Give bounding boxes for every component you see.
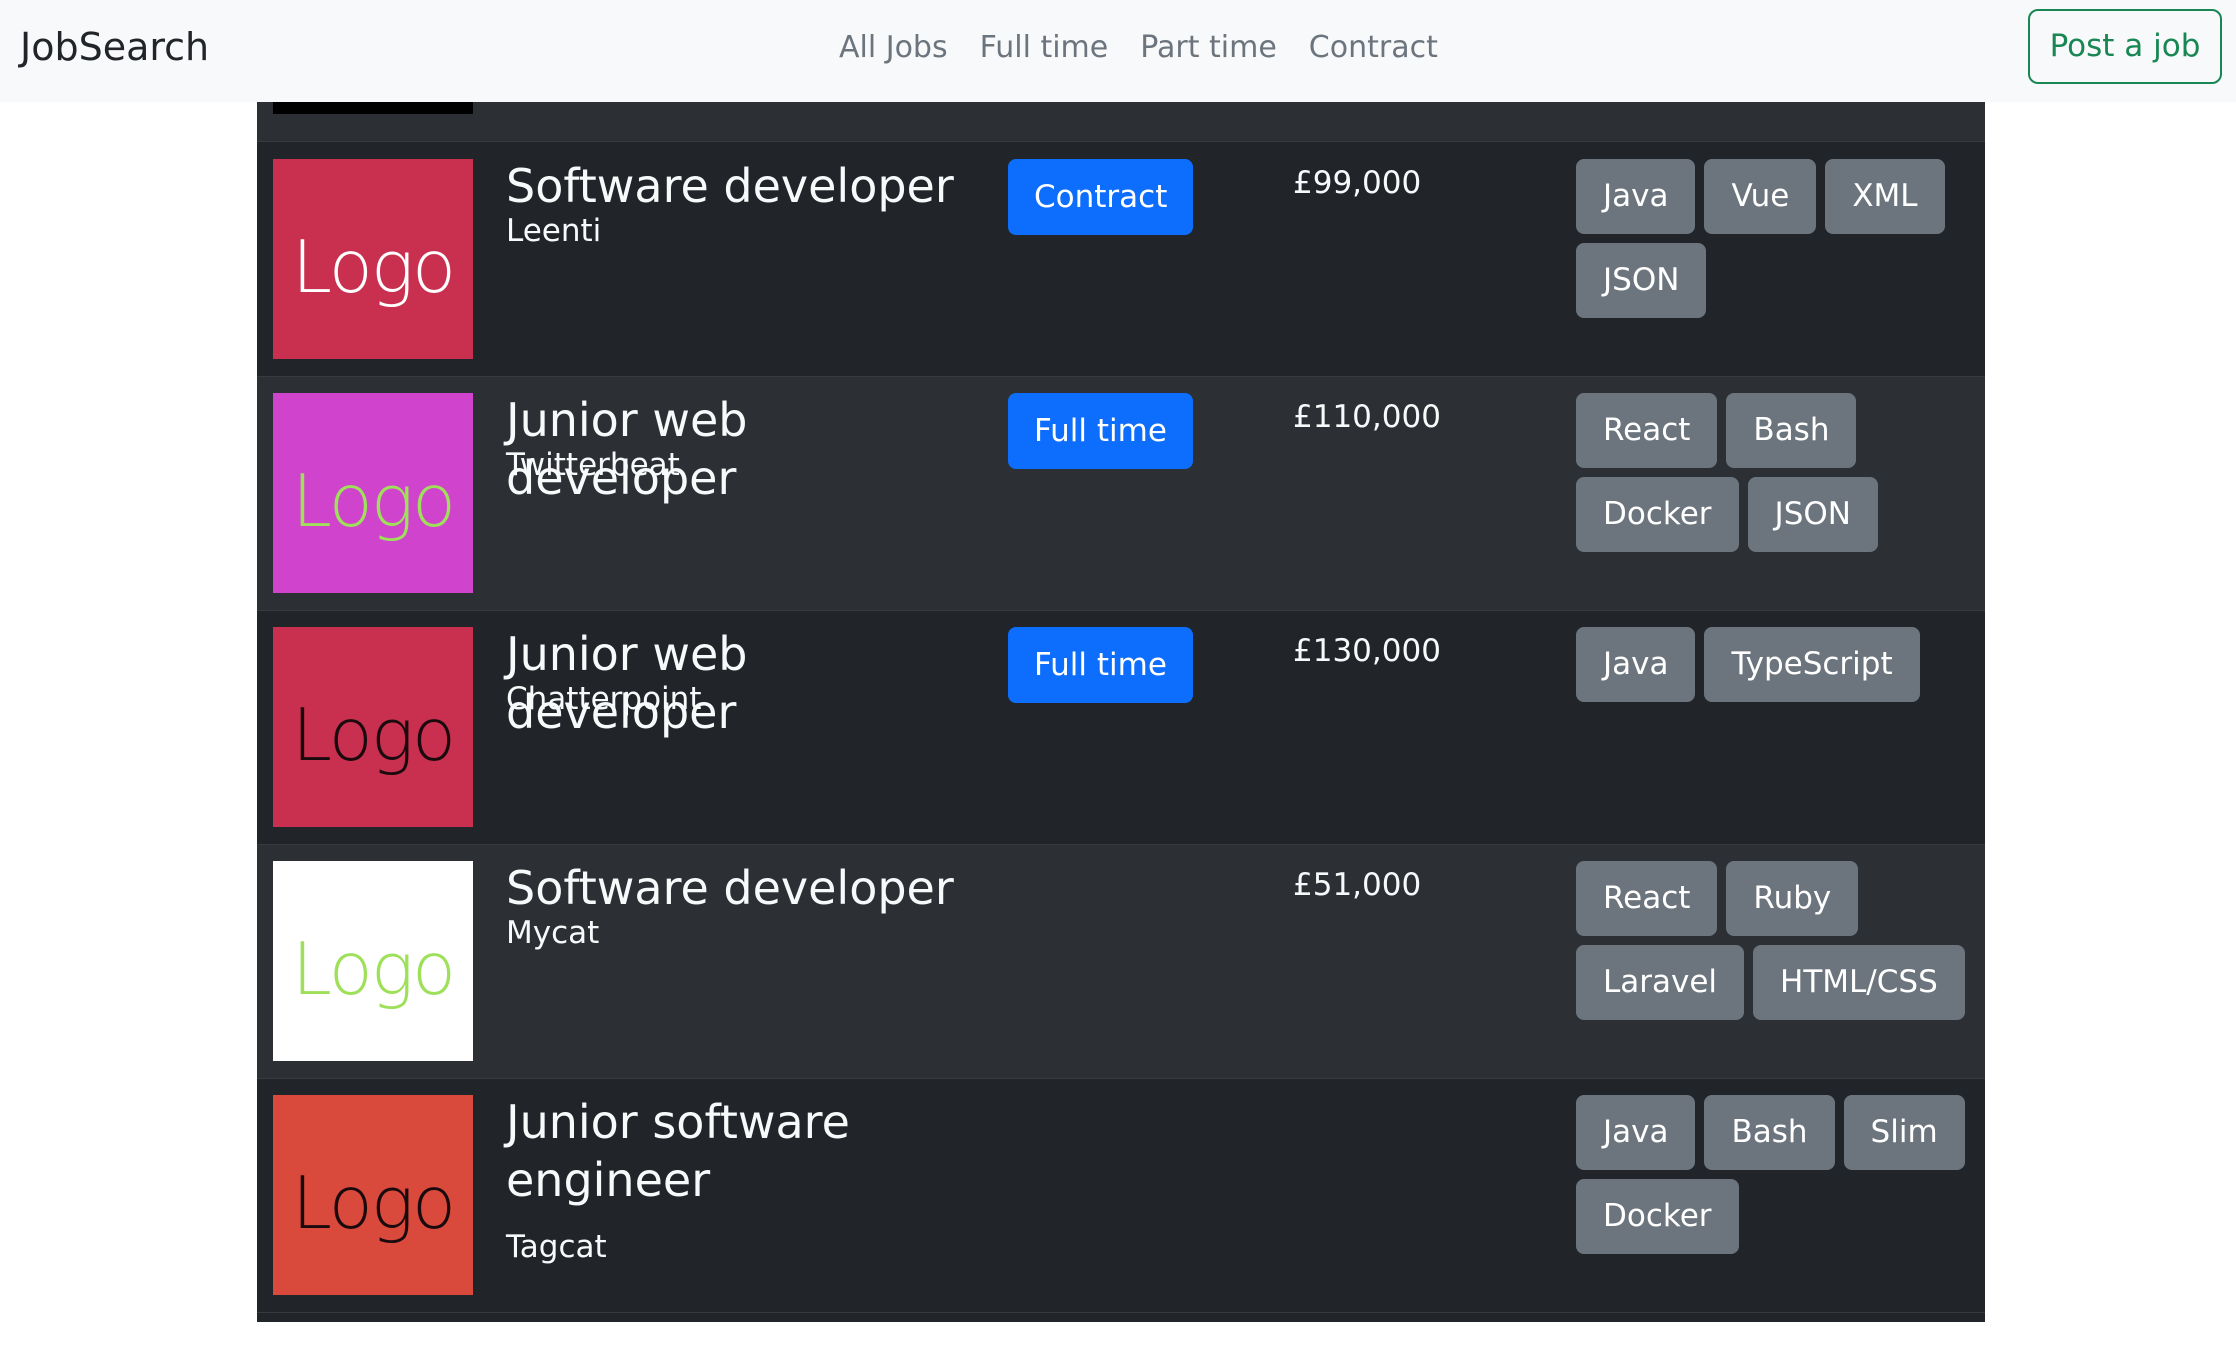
job-row[interactable]: Logo Software developer Mycat £51,000 React R… — [257, 845, 1985, 1079]
nav-link-contract[interactable]: Contract — [1309, 24, 1438, 74]
job-type-badge: Full time — [1008, 627, 1193, 703]
job-salary: £99,000 — [1293, 165, 1422, 201]
company-logo-text: Logo — [291, 927, 456, 1011]
company-logo: Logo — [273, 159, 473, 359]
skill-tag[interactable]: React — [1576, 393, 1718, 468]
post-job-button[interactable]: Post a job — [2028, 9, 2222, 84]
skill-tag[interactable]: Bash — [1726, 393, 1857, 468]
nav-link-all-jobs[interactable]: All Jobs — [839, 24, 948, 74]
skill-tag[interactable]: Java — [1576, 159, 1696, 234]
brand-link[interactable]: JobSearch — [20, 22, 209, 72]
job-salary: £130,000 — [1293, 633, 1441, 669]
job-type-badge: Full time — [1008, 393, 1193, 469]
job-title[interactable]: Software developer — [506, 157, 986, 215]
job-row[interactable]: Logo Junior web developer Twitterbeat Full … — [257, 377, 1985, 611]
company-logo: Logo — [273, 861, 473, 1061]
company-name: Mycat — [506, 915, 600, 951]
job-title[interactable]: Software developer — [506, 859, 986, 917]
skill-tag[interactable]: JSON — [1576, 243, 1707, 318]
skill-tags: React Bash Docker JSON — [1576, 393, 1976, 552]
company-logo: Logo — [273, 627, 473, 827]
company-name: Chatterpoint — [506, 681, 702, 717]
job-row[interactable]: Logo Software developer Leenti Contract £99,… — [257, 143, 1985, 377]
skill-tag[interactable]: Vue — [1704, 159, 1817, 234]
nav-link-part-time[interactable]: Part time — [1140, 24, 1277, 74]
skill-tag[interactable]: React — [1576, 861, 1718, 936]
skill-tag[interactable]: Java — [1576, 627, 1696, 702]
company-logo-text: Logo — [291, 459, 456, 543]
navbar: JobSearch All Jobs Full time Part time C… — [0, 0, 2236, 102]
company-logo-text: Logo — [291, 693, 456, 777]
skill-tags: Java TypeScript — [1576, 627, 1976, 702]
skill-tag[interactable]: Docker — [1576, 1179, 1739, 1254]
job-row[interactable]: Logo Junior web developer Chatterpoint Full… — [257, 611, 1985, 845]
company-logo: Logo — [273, 1095, 473, 1295]
skill-tags: Java Bash Slim Docker — [1576, 1095, 1976, 1254]
skill-tags: Java Vue XML JSON — [1576, 159, 1976, 318]
skill-tag[interactable]: Slim — [1843, 1095, 1965, 1170]
job-list: Logo Software developer Leenti Contract £99,… — [257, 102, 1985, 1322]
company-name: Tagcat — [506, 1229, 607, 1265]
company-logo-text: Logo — [291, 225, 456, 309]
job-row[interactable]: Logo Junior software engineer Tagcat Java Ba… — [257, 1079, 1985, 1313]
job-type-badge: Contract — [1008, 159, 1194, 235]
skill-tags: React Ruby Laravel HTML/CSS — [1576, 861, 1976, 1020]
skill-tag[interactable]: Laravel — [1576, 945, 1745, 1020]
skill-tag[interactable]: Ruby — [1726, 861, 1859, 936]
nav-link-full-time[interactable]: Full time — [980, 24, 1109, 74]
skill-tag[interactable]: JSON — [1747, 477, 1878, 552]
skill-tag[interactable]: Java — [1576, 1095, 1696, 1170]
company-logo-text: Logo — [291, 1161, 456, 1245]
company-name: Twitterbeat — [506, 447, 680, 483]
job-salary: £110,000 — [1293, 399, 1441, 435]
company-logo-partial — [273, 102, 473, 114]
company-name: Leenti — [506, 213, 602, 249]
skill-tag[interactable]: Bash — [1704, 1095, 1835, 1170]
company-logo: Logo — [273, 393, 473, 593]
skill-tag[interactable]: Docker — [1576, 477, 1739, 552]
job-title[interactable]: Junior software engineer — [506, 1093, 986, 1209]
nav-links: All Jobs Full time Part time Contract — [839, 24, 1438, 74]
skill-tag[interactable]: XML — [1825, 159, 1945, 234]
job-row-partial — [257, 102, 1985, 142]
job-salary: £51,000 — [1293, 867, 1422, 903]
skill-tag[interactable]: HTML/CSS — [1753, 945, 1965, 1020]
skill-tag[interactable]: TypeScript — [1704, 627, 1920, 702]
